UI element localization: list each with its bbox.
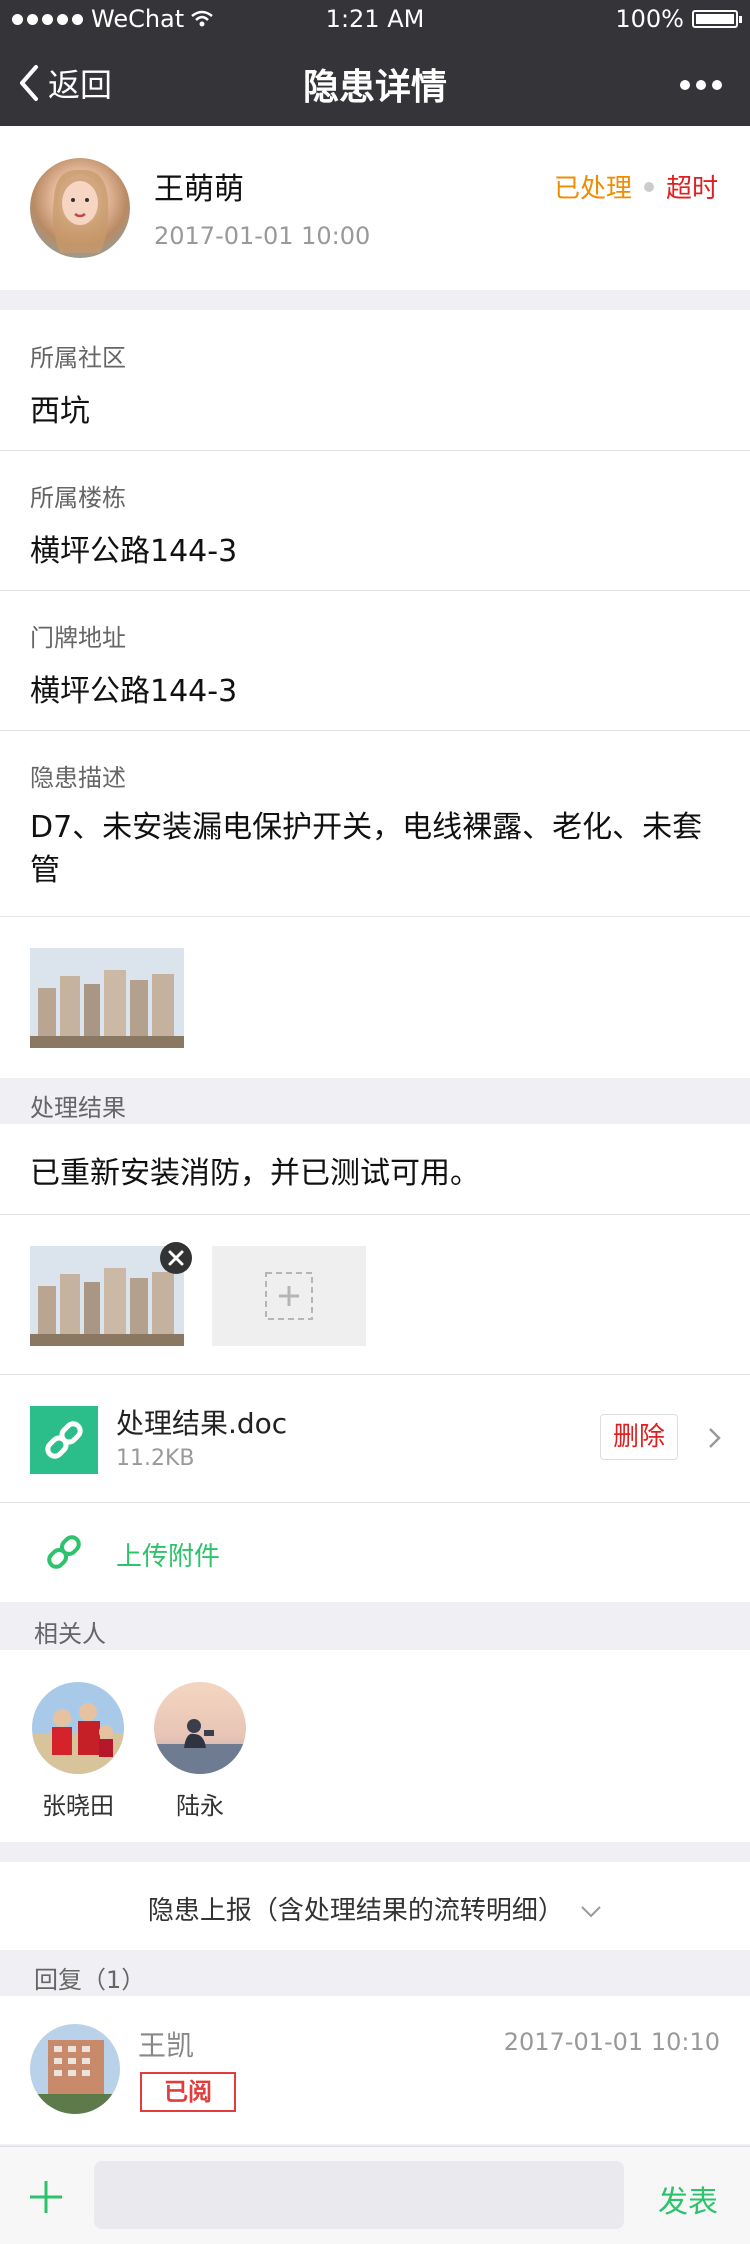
divider xyxy=(0,590,750,591)
reply-datetime: 2017-01-01 10:10 xyxy=(503,2028,720,2056)
page-title: 隐患详情 xyxy=(302,67,447,108)
address-value: 横坪公路144-3 xyxy=(30,674,238,709)
chevron-right-icon xyxy=(709,1428,721,1448)
reply-author: 王凯 xyxy=(138,2029,195,2062)
reporter-name: 王萌萌 xyxy=(154,172,244,207)
add-image-icon xyxy=(265,1272,313,1320)
result-header-label: 处理结果 xyxy=(30,1094,126,1122)
send-button[interactable]: 发表 xyxy=(658,2177,718,2221)
reply-avatar[interactable] xyxy=(30,2024,120,2114)
building-label: 所属楼栋 xyxy=(30,484,126,512)
reporter-card: 王萌萌 2017-01-01 10:00 已处理 超时 xyxy=(0,126,750,290)
divider xyxy=(0,916,750,917)
divider xyxy=(0,1374,750,1375)
result-text: 已重新安装消防，并已测试可用。 xyxy=(30,1156,480,1191)
related-people: 张晓田 陆永 xyxy=(0,1650,750,1842)
close-icon xyxy=(168,1250,184,1266)
battery-percent: 100% xyxy=(615,5,684,33)
status-bar: WeChat 1:21 AM 100% xyxy=(0,0,750,40)
detail-fields: 所属社区 西坑 所属楼栋 横坪公路144-3 门牌地址 横坪公路144-3 隐患… xyxy=(0,310,750,1078)
related-header-label: 相关人 xyxy=(34,1620,106,1648)
reply-item: 王凯 2017-01-01 10:10 已阅 xyxy=(0,1996,750,2144)
address-label: 门牌地址 xyxy=(30,624,126,652)
comment-input[interactable] xyxy=(94,2161,624,2229)
report-flow-toggle[interactable]: 隐患上报（含处理结果的流转明细） xyxy=(0,1862,750,1950)
delete-attachment-button[interactable]: 删除 xyxy=(600,1414,678,1460)
reporter-avatar[interactable] xyxy=(30,158,130,258)
related-header: 相关人 xyxy=(0,1602,750,1650)
replies-header-label: 回复（1） xyxy=(34,1966,146,1994)
comment-input-bar: 发表 xyxy=(0,2146,750,2244)
divider xyxy=(0,450,750,451)
status-separator-dot xyxy=(643,181,654,192)
building-value: 横坪公路144-3 xyxy=(30,534,238,569)
status-overtime: 超时 xyxy=(665,174,718,204)
related-person[interactable]: 陆永 xyxy=(154,1682,246,1821)
add-photo-button[interactable] xyxy=(212,1246,366,1346)
divider xyxy=(0,730,750,731)
status-processed: 已处理 xyxy=(553,174,632,204)
result-section: 已重新安装消防，并已测试可用。 处理结果.doc 11.2KB 删除 上传附件 xyxy=(0,1124,750,1602)
person-name: 陆永 xyxy=(176,1792,224,1820)
related-person[interactable]: 张晓田 xyxy=(32,1682,124,1821)
reporter-datetime: 2017-01-01 10:00 xyxy=(154,222,371,250)
chevron-down-icon xyxy=(581,1906,601,1918)
more-menu-button[interactable] xyxy=(680,80,722,90)
attachment-size: 11.2KB xyxy=(116,1446,195,1471)
community-label: 所属社区 xyxy=(30,344,126,372)
divider xyxy=(0,1214,750,1215)
community-value: 西坑 xyxy=(30,394,90,429)
replies-header: 回复（1） xyxy=(0,1950,750,1996)
more-icon xyxy=(680,80,690,90)
result-header: 处理结果 xyxy=(0,1078,750,1124)
status-badges: 已处理 超时 xyxy=(554,168,718,205)
person-avatar xyxy=(32,1682,124,1774)
report-flow-label: 隐患上报（含处理结果的流转明细） xyxy=(147,1896,564,1926)
hazard-photo[interactable] xyxy=(30,948,184,1048)
description-label: 隐患描述 xyxy=(30,764,126,792)
upload-attachment-button[interactable]: 上传附件 xyxy=(0,1504,750,1602)
battery-area: 100% xyxy=(615,5,742,33)
remove-photo-button[interactable] xyxy=(160,1242,192,1274)
link-icon xyxy=(47,1535,81,1569)
attachment-name: 处理结果.doc xyxy=(116,1407,288,1440)
person-name: 张晓田 xyxy=(42,1792,114,1820)
description-value: D7、未安装漏电保护开关，电线裸露、老化、未套管 xyxy=(30,810,703,888)
battery-icon xyxy=(692,10,742,28)
upload-attachment-label: 上传附件 xyxy=(116,1542,221,1572)
read-stamp: 已阅 xyxy=(140,2072,236,2112)
person-avatar xyxy=(154,1682,246,1774)
add-icon[interactable] xyxy=(28,2179,64,2215)
nav-bar: 返回 隐患详情 xyxy=(0,40,750,126)
attachment-row[interactable]: 处理结果.doc 11.2KB 删除 xyxy=(0,1376,750,1502)
divider xyxy=(0,1502,750,1503)
attachment-file-icon xyxy=(30,1406,98,1474)
